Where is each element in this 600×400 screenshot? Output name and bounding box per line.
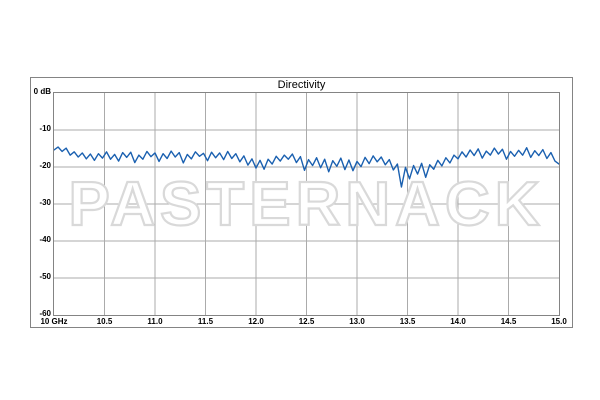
y-tick-label: -50 <box>31 272 51 282</box>
x-tick-label: 12.0 <box>228 317 284 327</box>
x-tick-label: 13.0 <box>329 317 385 327</box>
directivity-trace <box>54 93 559 315</box>
x-tick-label: 11.5 <box>178 317 234 327</box>
y-tick-label: 0 dB <box>31 87 51 97</box>
x-tick-label: 10.5 <box>77 317 133 327</box>
x-tick-label: 14.0 <box>430 317 486 327</box>
x-tick-label: 11.0 <box>127 317 183 327</box>
x-tick-label: 13.5 <box>380 317 436 327</box>
screenshot-canvas: Directivity PASTERNACK 0 dB -10 -20 -30 -40 -… <box>0 0 600 400</box>
chart-title: Directivity <box>31 78 572 92</box>
y-tick-label: -10 <box>31 124 51 134</box>
y-tick-label: -20 <box>31 161 51 171</box>
plot-area: PASTERNACK <box>53 92 560 316</box>
y-tick-label: -40 <box>31 235 51 245</box>
x-tick-label: 14.5 <box>481 317 537 327</box>
x-tick-label: 10 GHz <box>26 317 82 327</box>
directivity-chart: Directivity PASTERNACK 0 dB -10 -20 -30 -40 -… <box>30 77 573 328</box>
y-tick-label: -30 <box>31 198 51 208</box>
trace-line <box>54 147 559 187</box>
x-tick-label: 12.5 <box>279 317 335 327</box>
x-tick-label: 15.0 <box>531 317 587 327</box>
